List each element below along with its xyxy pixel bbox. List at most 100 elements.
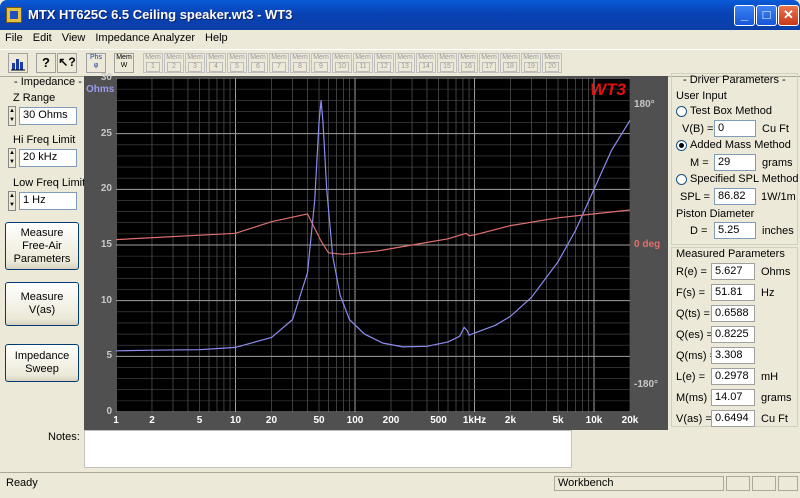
memory-slot-button[interactable]: Mem 2	[164, 53, 184, 73]
memory-slot-label: Mem	[313, 54, 329, 61]
measured-param-unit: grams	[761, 392, 792, 404]
specified-spl-radio[interactable]	[676, 174, 687, 185]
impedance-title-text: Impedance	[20, 76, 76, 88]
phase-toggle-button[interactable]: Phs φ	[86, 53, 106, 73]
y-tick-label: 0	[106, 406, 112, 417]
spin-up-icon[interactable]: ▲	[9, 107, 15, 116]
measured-param-unit: Cu Ft	[761, 413, 788, 425]
memory-slot-button[interactable]: Mem 10	[332, 53, 352, 73]
added-mass-label[interactable]: Added Mass Method	[690, 139, 791, 151]
memory-slot-button[interactable]: Mem 18	[500, 53, 520, 73]
hi-freq-label: Hi Freq Limit	[13, 134, 76, 146]
test-box-radio[interactable]	[676, 106, 687, 117]
bar-chart-icon-graphic	[11, 59, 25, 71]
phase-tick-label: 180°	[634, 99, 655, 111]
memory-slot-button[interactable]: Mem 7	[269, 53, 289, 73]
memory-slot-button[interactable]: Mem 16	[458, 53, 478, 73]
memory-slot-button[interactable]: Mem 20	[542, 53, 562, 73]
menu-edit[interactable]: Edit	[28, 30, 57, 46]
vb-field[interactable]: 0	[714, 120, 756, 137]
bar-chart-icon[interactable]	[8, 53, 28, 73]
menu-impedance-analyzer[interactable]: Impedance Analyzer	[90, 30, 200, 46]
measured-param-unit: Ohms	[761, 266, 791, 278]
context-help-icon[interactable]: ↖?	[57, 53, 77, 73]
memory-slot-button[interactable]: Mem 3	[185, 53, 205, 73]
memory-w-button[interactable]: Mem W	[114, 53, 134, 73]
memory-slot-button[interactable]: Mem 17	[479, 53, 499, 73]
memory-slot-button[interactable]: Mem 15	[437, 53, 457, 73]
memory-slot-number: 13	[398, 62, 412, 72]
mem-w-letter: W	[120, 62, 128, 69]
driver-parameters-title: - Driver Parameters -	[683, 74, 786, 86]
spin-up-icon[interactable]: ▲	[9, 192, 15, 201]
size-grip-icon[interactable]	[778, 476, 798, 491]
memory-slot-button[interactable]: Mem 13	[395, 53, 415, 73]
memory-slot-label: Mem	[376, 54, 392, 61]
hi-freq-field[interactable]: 20 kHz	[19, 149, 77, 167]
notes-field[interactable]	[84, 430, 572, 468]
memory-slot-number: 19	[524, 62, 538, 72]
memory-slot-label: Mem	[208, 54, 224, 61]
memory-slot-button[interactable]: Mem 9	[311, 53, 331, 73]
memory-slot-number: 17	[482, 62, 496, 72]
close-button[interactable]: ✕	[778, 5, 799, 26]
spin-down-icon[interactable]: ▼	[9, 201, 15, 210]
low-freq-spinner[interactable]: ▲ ▼	[8, 191, 16, 211]
memory-slot-number: 6	[251, 62, 265, 72]
menu-file[interactable]: File	[0, 30, 28, 46]
low-freq-field[interactable]: 1 Hz	[19, 192, 77, 210]
help-icon[interactable]: ?	[36, 53, 56, 73]
spin-down-icon[interactable]: ▼	[9, 158, 15, 167]
z-range-spinner[interactable]: ▲ ▼	[8, 106, 16, 126]
memory-slot-button[interactable]: Mem 1	[143, 53, 163, 73]
memory-slot-label: Mem	[334, 54, 350, 61]
z-range-label: Z Range	[13, 92, 56, 104]
memory-slot-number: 14	[419, 62, 433, 72]
memory-slot-button[interactable]: Mem 11	[353, 53, 373, 73]
memory-slot-number: 18	[503, 62, 517, 72]
added-mass-radio[interactable]	[676, 140, 687, 151]
memory-slot-number: 7	[272, 62, 286, 72]
memory-slot-button[interactable]: Mem 14	[416, 53, 436, 73]
memory-slot-label: Mem	[544, 54, 560, 61]
m-field[interactable]: 29	[714, 154, 756, 171]
measured-param-label: R(e) =	[676, 266, 707, 278]
memory-slot-label: Mem	[439, 54, 455, 61]
memory-slot-button[interactable]: Mem 5	[227, 53, 247, 73]
d-field[interactable]: 5.25	[714, 222, 756, 239]
vb-unit: Cu Ft	[762, 123, 789, 135]
spin-up-icon[interactable]: ▲	[9, 149, 15, 158]
memory-slot-button[interactable]: Mem 19	[521, 53, 541, 73]
menu-help[interactable]: Help	[200, 30, 233, 46]
hi-freq-spinner[interactable]: ▲ ▼	[8, 148, 16, 168]
status-mode: Workbench	[554, 476, 724, 491]
spl-field[interactable]: 86.82	[714, 188, 756, 205]
measure-free-air-button[interactable]: Measure Free-Air Parameters	[5, 222, 79, 270]
menu-view[interactable]: View	[57, 30, 91, 46]
memory-slot-number: 15	[440, 62, 454, 72]
d-label: D =	[690, 225, 708, 237]
minimize-button[interactable]: _	[734, 5, 755, 26]
z-range-field[interactable]: 30 Ohms	[19, 107, 77, 125]
memory-slot-label: Mem	[145, 54, 161, 61]
maximize-button[interactable]: □	[756, 5, 777, 26]
x-tick-label: 1	[113, 415, 119, 426]
status-bar: Ready Workbench	[0, 472, 800, 498]
measure-vas-button[interactable]: Measure V(as)	[5, 282, 79, 326]
memory-slot-number: 10	[335, 62, 349, 72]
impedance-sweep-button[interactable]: Impedance Sweep	[5, 344, 79, 382]
x-tick-label: 2	[149, 415, 155, 426]
memory-slot-number: 8	[293, 62, 307, 72]
memory-slot-button[interactable]: Mem 6	[248, 53, 268, 73]
memory-slot-label: Mem	[523, 54, 539, 61]
memory-slot-button[interactable]: Mem 4	[206, 53, 226, 73]
memory-slot-button[interactable]: Mem 12	[374, 53, 394, 73]
test-box-label[interactable]: Test Box Method	[690, 105, 772, 117]
x-tick-label: 10	[229, 415, 242, 426]
specified-spl-label[interactable]: Specified SPL Method	[690, 173, 798, 185]
measured-param-value: 14.07	[711, 389, 755, 406]
memory-slot-label: Mem	[397, 54, 413, 61]
spin-down-icon[interactable]: ▼	[9, 116, 15, 125]
memory-slot-button[interactable]: Mem 8	[290, 53, 310, 73]
measured-param-value: 0.2978	[711, 368, 755, 385]
